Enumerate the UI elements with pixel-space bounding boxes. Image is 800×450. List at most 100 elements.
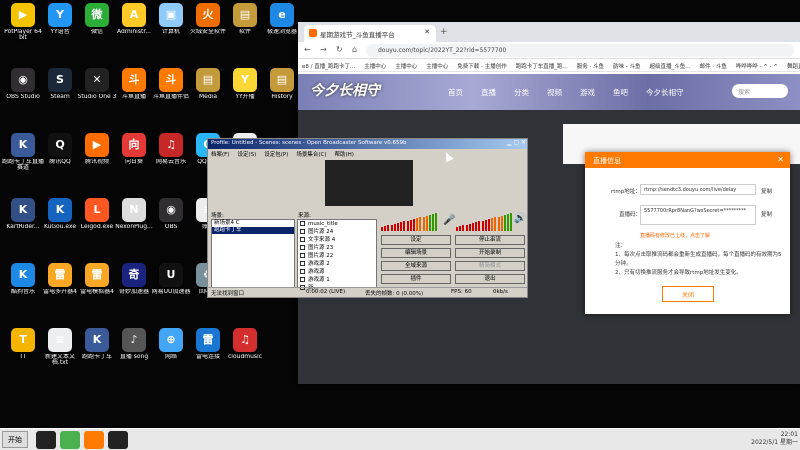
obs-menu-item[interactable]: 档案(F): [211, 152, 229, 158]
desktop-icon[interactable]: ♪ 直播 song: [113, 328, 155, 360]
desktop-icon[interactable]: ▶ PotPlayer 64 bit: [2, 3, 44, 42]
desktop-icon[interactable]: e 极速浏览器: [261, 3, 303, 35]
desktop-icon[interactable]: L Leigod.exe: [76, 198, 118, 230]
taskbar-kart-icon[interactable]: [36, 431, 56, 449]
bookmark-item[interactable]: 主播中心: [364, 64, 386, 70]
stop-stream-button[interactable]: 停止串流: [455, 235, 525, 245]
desktop-icon[interactable]: ◉ OBS: [150, 198, 192, 230]
source-checkbox[interactable]: [300, 269, 305, 274]
desktop-icon[interactable]: ♫ cloudmusic: [224, 328, 266, 360]
site-nav-item[interactable]: 首页: [448, 88, 463, 97]
stream-key-field[interactable]: 5577700rRpr8NanG?wsSecret=*********: [640, 205, 756, 225]
obs-menu-item[interactable]: 设定包(P): [264, 152, 288, 158]
bookmark-item[interactable]: 跑跑卡丁车直播_跑...: [516, 64, 568, 70]
desktop-icon[interactable]: 奇奇妙加速器: [113, 263, 155, 295]
desktop-icon[interactable]: ✕ Studio One 3: [76, 68, 118, 100]
bookmark-item[interactable]: 哗哗哗哗 - ^ - ^: [736, 64, 778, 70]
desktop-icon[interactable]: T TT: [2, 328, 44, 360]
desktop-icon[interactable]: ≡ 新建文本文档.txt: [39, 328, 81, 367]
desktop-icon[interactable]: 火火绒安全软件: [187, 3, 229, 35]
desktop-icon[interactable]: N NexonPlug...: [113, 198, 155, 230]
desktop-icon[interactable]: U 网易UU加速器: [150, 263, 192, 295]
site-nav-item[interactable]: 视频: [547, 88, 562, 97]
source-item[interactable]: 图片源 22: [298, 252, 376, 260]
browser-tab[interactable]: 星期游戏节_斗鱼直播平台 ✕: [304, 25, 436, 42]
forward-icon[interactable]: →: [320, 45, 327, 54]
source-item[interactable]: 游戏源: [298, 268, 376, 276]
new-tab-icon[interactable]: +: [440, 27, 448, 37]
reload-icon[interactable]: ↻: [336, 45, 343, 54]
bookmark-item[interactable]: 舞蹈直播_斗鱼...: [787, 64, 800, 70]
source-checkbox[interactable]: [300, 245, 305, 250]
speaker-icon[interactable]: 🔊: [514, 213, 526, 224]
source-item[interactable]: 文字来源 4: [298, 236, 376, 244]
site-logo[interactable]: 今夕长相守: [310, 80, 380, 100]
desktop-icon[interactable]: ⊕ 网络: [150, 328, 192, 360]
site-nav-item[interactable]: 分类: [514, 88, 529, 97]
desktop-icon[interactable]: K 跑跑卡丁车直播 赛道: [2, 133, 44, 172]
site-search-input[interactable]: 搜索: [732, 84, 788, 98]
desktop-icon[interactable]: K 跑跑卡丁车: [76, 328, 118, 360]
taskbar-obs-icon[interactable]: [108, 431, 128, 449]
rtmp-field[interactable]: rtmp://sendtc3.douyu.com/live/delay: [640, 184, 756, 195]
obs-menu-item[interactable]: 设定(S): [237, 152, 256, 158]
desktop-icon[interactable]: 雷雷电多开器4: [39, 263, 81, 295]
source-item[interactable]: 图片源 24: [298, 228, 376, 236]
mic-icon[interactable]: 🎤: [443, 215, 455, 226]
source-checkbox[interactable]: [300, 277, 305, 282]
scene-item[interactable]: 新场景4 C: [212, 220, 294, 227]
back-icon[interactable]: ←: [304, 45, 311, 54]
bookmark-item[interactable]: e8 / 直播_跑跑卡丁...: [302, 64, 355, 70]
source-item[interactable]: 游戏源 1: [298, 276, 376, 284]
scene-item[interactable]: 跑跑卡丁车: [212, 227, 294, 234]
edit-scene-button[interactable]: 编辑场景: [381, 248, 451, 258]
site-nav-item[interactable]: 游戏: [580, 88, 595, 97]
home-icon[interactable]: ⌂: [352, 45, 357, 54]
url-field[interactable]: douyu.com/topic/2022YT_22?rid=5577700: [366, 44, 794, 57]
source-item[interactable]: 图片源 23: [298, 244, 376, 252]
clock-time[interactable]: 22:01: [751, 431, 798, 439]
source-checkbox[interactable]: [300, 229, 305, 234]
source-checkbox[interactable]: [300, 221, 305, 226]
source-checkbox[interactable]: [300, 237, 305, 242]
desktop-icon[interactable]: Q 腾讯QQ: [39, 133, 81, 165]
desktop-icon[interactable]: ▤ Media: [187, 68, 229, 100]
desktop-icon[interactable]: ◉ OBS Studio: [2, 68, 44, 100]
desktop-icon[interactable]: Y YY开播: [224, 68, 266, 100]
desktop-icon[interactable]: 向向日葵: [113, 133, 155, 165]
copy-rtmp-button[interactable]: 复制: [761, 187, 772, 195]
dialog-warning-link[interactable]: 直播码有修改已上线，点击了解: [640, 232, 710, 239]
site-nav-item[interactable]: 今夕长相守: [646, 88, 684, 97]
desktop-icon[interactable]: ▤ 软件: [224, 3, 266, 35]
taskbar-chrome-icon[interactable]: [60, 431, 80, 449]
desktop-icon[interactable]: 微微信: [76, 3, 118, 35]
bookmark-item[interactable]: 主播中心: [395, 64, 417, 70]
desktop-icon[interactable]: K KartRider...: [2, 198, 44, 230]
start-record-button[interactable]: 开始录制: [455, 248, 525, 258]
bookmark-item[interactable]: 主播中心: [426, 64, 448, 70]
source-checkbox[interactable]: [300, 261, 305, 266]
plugins-button[interactable]: 插件: [381, 274, 451, 284]
settings-button[interactable]: 设定: [381, 235, 451, 245]
bookmark-item[interactable]: 邮件 · 斗鱼: [700, 64, 727, 70]
start-button[interactable]: 开始: [2, 431, 28, 448]
desktop-icon[interactable]: ▤ History: [261, 68, 303, 100]
desktop-icon[interactable]: 斗斗鱼直播伴侣: [150, 68, 192, 100]
desktop-icon[interactable]: 雷雷电连接: [187, 328, 229, 360]
bookmark-item[interactable]: 服务 · 斗鱼: [577, 64, 604, 70]
obs-window-controls[interactable]: ▁ ▢ ✕: [507, 139, 526, 146]
exit-button[interactable]: 退出: [455, 274, 525, 284]
desktop-icon[interactable]: ♫ 网易云音乐: [150, 133, 192, 165]
tab-close-icon[interactable]: ✕: [424, 28, 430, 36]
source-item[interactable]: 游戏源 2: [298, 260, 376, 268]
bookmark-item[interactable]: 超级直播_斗鱼...: [650, 64, 691, 70]
mini-mode-button[interactable]: 精简模式: [455, 261, 525, 271]
site-nav-item[interactable]: 直播: [481, 88, 496, 97]
bookmark-item[interactable]: 免费下载 - 主播创作: [457, 64, 506, 70]
obs-menu-item[interactable]: 帮助(H): [335, 152, 354, 158]
desktop-icon[interactable]: ▣ 计算机: [150, 3, 192, 35]
dialog-close-button[interactable]: 关闭: [662, 286, 714, 302]
desktop-icon[interactable]: 雷雷电模拟器4: [76, 263, 118, 295]
site-nav-item[interactable]: 鱼吧: [613, 88, 628, 97]
source-checkbox[interactable]: [300, 253, 305, 258]
